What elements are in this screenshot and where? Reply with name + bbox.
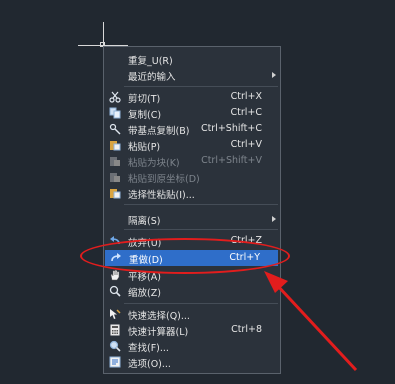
annotation-arrow-icon (264, 271, 358, 372)
